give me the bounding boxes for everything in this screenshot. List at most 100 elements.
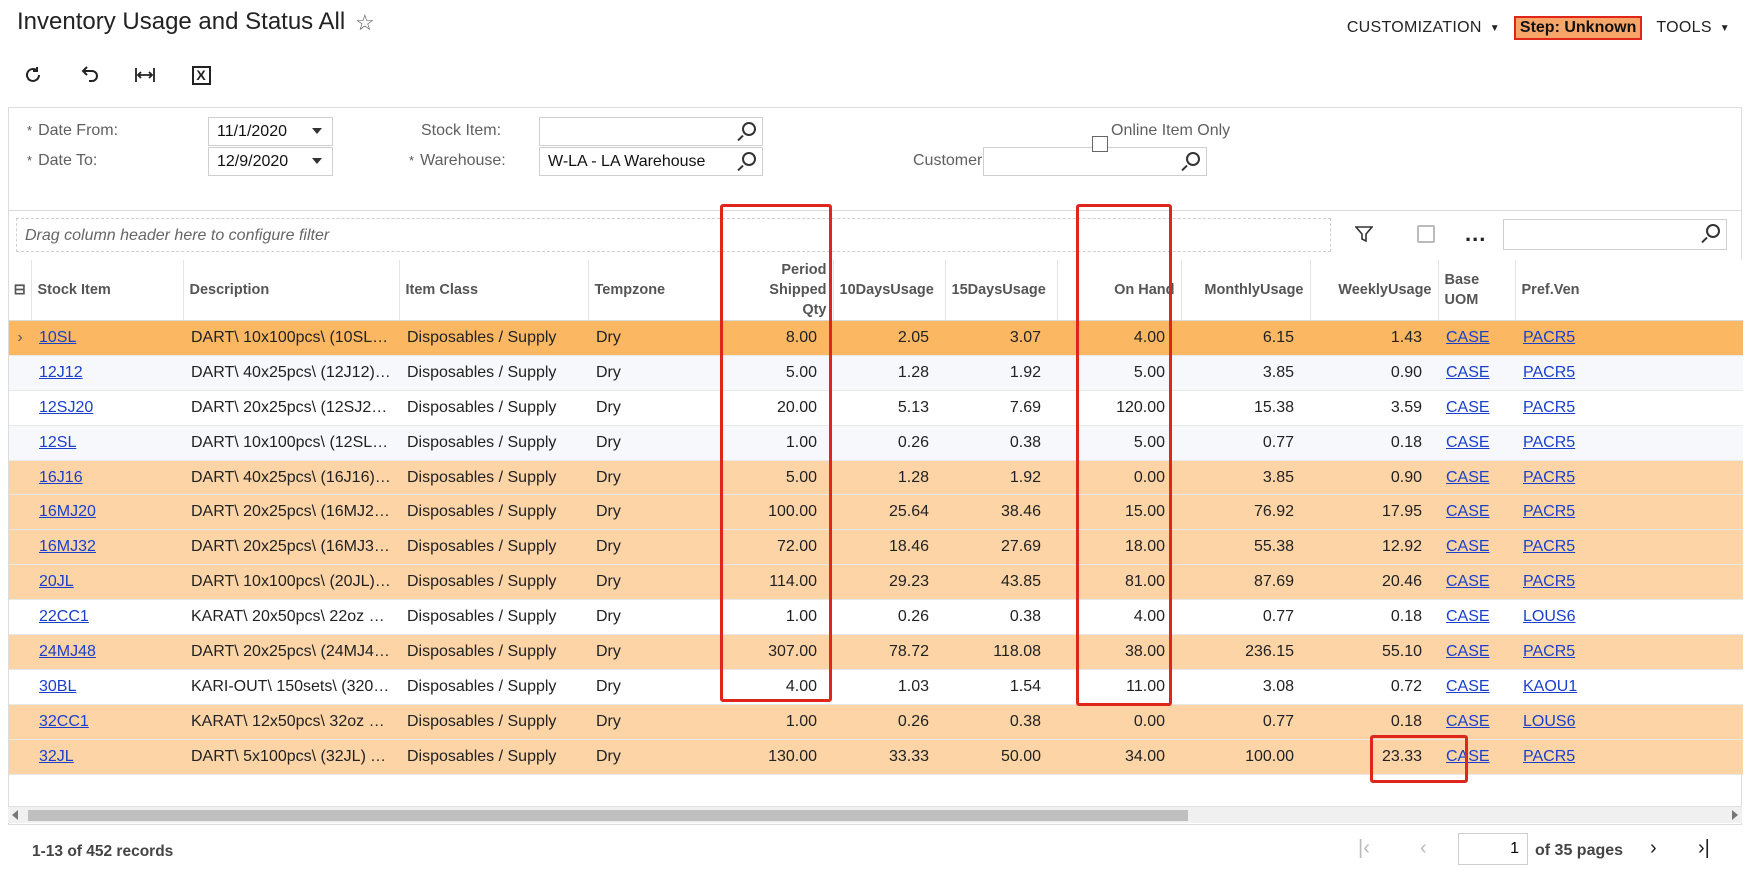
table-row[interactable]: 16MJ32 DART\ 20x25pcs\ (16MJ32) 16oz Foam… <box>9 529 1743 566</box>
search-icon[interactable] <box>742 152 756 166</box>
cell-base-uom-link[interactable]: CASE <box>1446 643 1490 660</box>
cell-stock-item-link[interactable]: 10SL <box>39 329 76 346</box>
cell-base-uom[interactable]: CASE <box>1438 634 1515 670</box>
step-badge[interactable]: Step: Unknown <box>1513 16 1643 40</box>
table-row[interactable]: 32JL DART\ 5x100pcs\ (32JL) TranslucentDi… <box>9 739 1743 775</box>
cell-stock-item[interactable]: 20JL <box>31 564 183 601</box>
row-indicator[interactable] <box>9 425 31 461</box>
cell-pref-vendor-link[interactable]: PACR5 <box>1523 503 1575 520</box>
date-from-input[interactable]: 11/1/2020 <box>208 117 333 146</box>
cell-base-uom-link[interactable]: CASE <box>1446 573 1490 590</box>
cell-base-uom-link[interactable]: CASE <box>1446 469 1490 486</box>
cell-stock-item[interactable]: 12SJ20 <box>31 390 183 426</box>
previous-page-icon[interactable]: ‹ <box>1420 837 1427 860</box>
cell-base-uom-link[interactable]: CASE <box>1446 538 1490 555</box>
cell-base-uom-link[interactable]: CASE <box>1446 678 1490 695</box>
cell-stock-item[interactable]: 32JL <box>31 739 183 775</box>
cell-pref-vendor[interactable]: PACR5 <box>1515 355 1743 391</box>
horizontal-scrollbar[interactable] <box>8 806 1742 823</box>
cell-pref-vendor[interactable]: PACR5 <box>1515 425 1743 461</box>
cell-pref-vendor-link[interactable]: PACR5 <box>1523 399 1575 416</box>
row-indicator[interactable] <box>9 390 31 426</box>
cell-base-uom[interactable]: CASE <box>1438 460 1515 496</box>
cell-stock-item-link[interactable]: 12J12 <box>39 364 83 381</box>
cell-base-uom-link[interactable]: CASE <box>1446 503 1490 520</box>
row-indicator[interactable] <box>9 739 31 775</box>
row-indicator[interactable] <box>9 599 31 636</box>
table-row[interactable]: 16MJ20 DART\ 20x25pcs\ (16MJ20) 16oz Foam… <box>9 494 1743 531</box>
cell-pref-vendor[interactable]: PACR5 <box>1515 460 1743 496</box>
grid-search-input[interactable] <box>1503 219 1727 250</box>
row-indicator[interactable] <box>9 704 31 740</box>
cell-stock-item[interactable]: 12SL <box>31 425 183 461</box>
date-to-input[interactable]: 12/9/2020 <box>208 147 333 176</box>
cell-base-uom[interactable]: CASE <box>1438 739 1515 775</box>
scroll-left-icon[interactable] <box>12 810 18 820</box>
cell-stock-item[interactable]: 16MJ20 <box>31 494 183 531</box>
cell-stock-item-link[interactable]: 20JL <box>39 573 74 590</box>
cell-stock-item-link[interactable]: 32CC1 <box>39 713 89 730</box>
cell-base-uom-link[interactable]: CASE <box>1446 329 1490 346</box>
cell-stock-item[interactable]: 16J16 <box>31 460 183 496</box>
cell-pref-vendor[interactable]: PACR5 <box>1515 739 1743 775</box>
col-description[interactable]: Description <box>183 260 400 321</box>
col-tempzone[interactable]: Tempzone <box>588 260 722 321</box>
cell-pref-vendor[interactable]: PACR5 <box>1515 564 1743 601</box>
cell-pref-vendor[interactable]: KAOU1 <box>1515 669 1743 705</box>
cell-stock-item[interactable]: 30BL <box>31 669 183 705</box>
cell-base-uom-link[interactable]: CASE <box>1446 364 1490 381</box>
cell-pref-vendor-link[interactable]: PACR5 <box>1523 364 1575 381</box>
cell-stock-item-link[interactable]: 16MJ32 <box>39 538 96 555</box>
search-icon[interactable] <box>742 122 756 136</box>
cell-stock-item-link[interactable]: 30BL <box>39 678 76 695</box>
first-page-icon[interactable]: |‹ <box>1358 837 1370 860</box>
more-options-icon[interactable]: ... <box>1465 221 1486 247</box>
cell-stock-item[interactable]: 22CC1 <box>31 599 183 636</box>
cell-base-uom[interactable]: CASE <box>1438 704 1515 740</box>
table-row[interactable]: 30BL KARI-OUT\ 150sets\ (32013) BowlDispo… <box>9 669 1743 705</box>
cell-base-uom[interactable]: CASE <box>1438 390 1515 426</box>
page-number-input[interactable] <box>1458 833 1528 865</box>
cell-pref-vendor-link[interactable]: LOUS6 <box>1523 608 1575 625</box>
online-item-only-checkbox[interactable] <box>1092 136 1108 152</box>
search-icon[interactable] <box>1186 152 1200 166</box>
cell-base-uom[interactable]: CASE <box>1438 564 1515 601</box>
cell-pref-vendor-link[interactable]: PACR5 <box>1523 748 1575 765</box>
cell-pref-vendor-link[interactable]: PACR5 <box>1523 573 1575 590</box>
cell-pref-vendor-link[interactable]: PACR5 <box>1523 469 1575 486</box>
col-stock-item[interactable]: Stock Item <box>31 260 184 321</box>
cell-stock-item-link[interactable]: 16J16 <box>39 469 83 486</box>
cell-stock-item-link[interactable]: 22CC1 <box>39 608 89 625</box>
group-by-drop-zone[interactable]: Drag column header here to configure fil… <box>16 218 1331 252</box>
chevron-down-icon[interactable] <box>312 128 322 134</box>
cell-stock-item[interactable]: 16MJ32 <box>31 529 183 566</box>
table-row[interactable]: 20JLDART\ 10x100pcs\ (20JL) TranslucentD… <box>9 564 1743 601</box>
col-base-uom[interactable]: Base UOM <box>1438 260 1516 321</box>
next-page-icon[interactable]: › <box>1650 837 1657 860</box>
table-row[interactable]: › 10SL DART\ 10x100pcs\ (10SL) Translucent… <box>9 320 1743 356</box>
row-indicator[interactable] <box>9 355 31 391</box>
cell-pref-vendor[interactable]: PACR5 <box>1515 529 1743 566</box>
cell-base-uom[interactable]: CASE <box>1438 425 1515 461</box>
cell-stock-item-link[interactable]: 24MJ48 <box>39 643 96 660</box>
table-row[interactable]: 22CC1 KARAT\ 20x50pcs\ 22oz Cold CupDispo… <box>9 599 1743 636</box>
cell-pref-vendor-link[interactable]: LOUS6 <box>1523 713 1575 730</box>
search-icon[interactable] <box>1706 224 1720 238</box>
cell-stock-item[interactable]: 24MJ48 <box>31 634 183 670</box>
cell-pref-vendor-link[interactable]: PACR5 <box>1523 329 1575 346</box>
chevron-down-icon[interactable] <box>312 158 322 164</box>
col-item-class[interactable]: Item Class <box>399 260 589 321</box>
row-indicator[interactable] <box>9 669 31 705</box>
cell-pref-vendor-link[interactable]: PACR5 <box>1523 643 1575 660</box>
cell-pref-vendor[interactable]: PACR5 <box>1515 320 1743 356</box>
table-row[interactable]: 16J16 DART\ 40x25pcs\ (16J16) 16oz Foam C… <box>9 460 1743 496</box>
stock-item-input[interactable] <box>539 117 763 146</box>
cell-stock-item-link[interactable]: 12SJ20 <box>39 399 93 416</box>
cell-base-uom[interactable]: CASE <box>1438 355 1515 391</box>
col-weekly-usage[interactable]: WeeklyUsage <box>1310 260 1439 321</box>
cell-pref-vendor-link[interactable]: KAOU1 <box>1523 678 1577 695</box>
table-row[interactable]: 12J12 DART\ 40x25pcs\ (12J12) 12oz Foam C… <box>9 355 1743 391</box>
cell-base-uom-link[interactable]: CASE <box>1446 748 1490 765</box>
table-row[interactable]: 32CC1 KARAT\ 12x50pcs\ 32oz Cold CupDispo… <box>9 704 1743 740</box>
cell-base-uom[interactable]: CASE <box>1438 529 1515 566</box>
